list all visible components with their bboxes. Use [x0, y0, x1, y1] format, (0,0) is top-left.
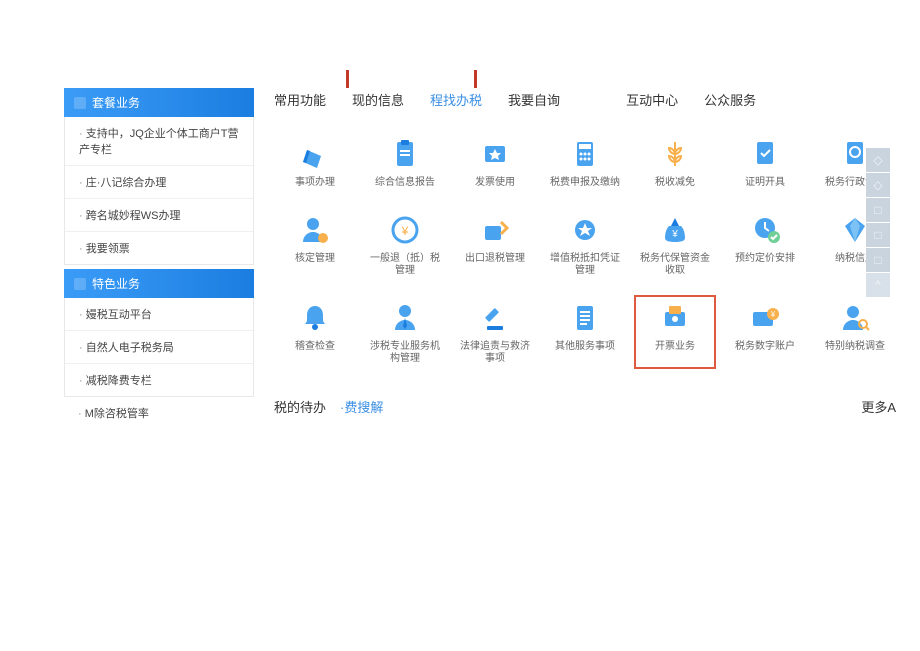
service-label: 其他服务事项 [555, 341, 615, 353]
tab-common[interactable]: 常用功能 [274, 88, 326, 113]
toolbar-btn[interactable]: □ [866, 248, 890, 272]
bell-icon [296, 299, 334, 337]
toolbar-btn[interactable]: □ [866, 198, 890, 222]
service-label: 税务数字账户 [735, 341, 795, 353]
toolbar-btn[interactable]: ◇ [866, 148, 890, 172]
service-pencil[interactable]: 事项办理 [274, 131, 356, 193]
service-user-search[interactable]: 特别纳税调查 [814, 295, 896, 369]
service-label: 税务代保管资金收取 [637, 253, 713, 277]
sidebar-item[interactable]: 减税降费专栏 [65, 364, 253, 396]
export-icon [476, 211, 514, 249]
more-link[interactable]: 更多A [861, 397, 896, 416]
refund-icon [386, 211, 424, 249]
sidebar-item[interactable]: 跨名城妙程WS办理 [65, 199, 253, 232]
service-label: 预约定价安排 [735, 253, 795, 265]
service-badge-doc[interactable]: 增值税抵扣凭证管理 [544, 207, 626, 281]
clipboard-icon [386, 135, 424, 173]
service-label: 事项办理 [295, 177, 335, 189]
ticket-star-icon [476, 135, 514, 173]
service-export[interactable]: 出口退税管理 [454, 207, 536, 281]
service-label: 稽查检查 [295, 341, 335, 353]
service-card-coin[interactable]: 税务数字账户 [724, 295, 806, 369]
user-search-icon [836, 299, 874, 337]
panel2-title: 特色业务 [92, 275, 140, 292]
service-user-tie[interactable]: 涉税专业服务机构管理 [364, 295, 446, 369]
time-check-icon [746, 211, 784, 249]
invoice-machine-icon [656, 299, 694, 337]
toolbar-btn[interactable]: ◇ [866, 173, 890, 197]
panel2-body: 嫚税互动平台 自然人电子税务局 减税降费专栏 [64, 298, 254, 397]
sidebar-item[interactable]: 庄·八记综合办理 [65, 166, 253, 199]
doc-check-icon [746, 135, 784, 173]
service-grid: 事项办理综合信息报告发票使用税费申报及缴纳税收减免证明开具税务行政许可核定管理一… [274, 131, 896, 369]
bottom-tab-2[interactable]: ·费搜解 [340, 397, 383, 416]
sidebar-panel-1: 套餐业务 支持中，JQ企业个体工商户T营产专栏 庄·八记综合办理 跨名城妙程WS… [64, 88, 254, 265]
service-label: 综合信息报告 [375, 177, 435, 189]
service-label: 涉税专业服务机构管理 [367, 341, 443, 365]
tab-interact[interactable]: 互动中心 [626, 88, 678, 113]
wheat-icon [656, 135, 694, 173]
panel1-title: 套餐业务 [92, 94, 140, 111]
card-coin-icon [746, 299, 784, 337]
service-invoice-machine[interactable]: 开票业务 [634, 295, 716, 369]
calculator-icon [566, 135, 604, 173]
sidebar-extra[interactable]: M除咨税管率 [64, 397, 254, 429]
tab-public[interactable]: 公众服务 [704, 88, 756, 113]
service-label: 税收减免 [655, 177, 695, 189]
doc-lines-icon [566, 299, 604, 337]
tab-bar: 常用功能 现的信息 程找办税 我要自询 互动中心 公众服务 [274, 88, 896, 113]
float-toolbar: ◇ ◇ □ □ □ ^ [866, 148, 890, 298]
bottom-tab-1[interactable]: 税的待办 [274, 397, 326, 416]
service-label: 增值税抵扣凭证管理 [547, 253, 623, 277]
toolbar-btn[interactable]: ^ [866, 273, 890, 297]
panel1-header: 套餐业务 [64, 88, 254, 117]
service-label: 税费申报及缴纳 [550, 177, 620, 189]
sidebar-item[interactable]: 自然人电子税务局 [65, 331, 253, 364]
service-doc-check[interactable]: 证明开具 [724, 131, 806, 193]
panel2-icon [74, 278, 86, 290]
service-time-check[interactable]: 预约定价安排 [724, 207, 806, 281]
panel1-icon [74, 97, 86, 109]
panel1-body: 支持中，JQ企业个体工商户T营产专栏 庄·八记综合办理 跨名城妙程WS办理 我要… [64, 117, 254, 265]
service-label: 发票使用 [475, 177, 515, 189]
tab-info[interactable]: 现的信息 [352, 88, 404, 113]
pencil-icon [296, 135, 334, 173]
service-calculator[interactable]: 税费申报及缴纳 [544, 131, 626, 193]
sidebar-item[interactable]: 嫚税互动平台 [65, 298, 253, 331]
service-refund[interactable]: 一般退（抵）税管理 [364, 207, 446, 281]
service-bell[interactable]: 稽查检查 [274, 295, 356, 369]
service-clipboard[interactable]: 综合信息报告 [364, 131, 446, 193]
service-label: 一般退（抵）税管理 [367, 253, 443, 277]
service-user-gear[interactable]: 核定管理 [274, 207, 356, 281]
service-label: 特别纳税调查 [825, 341, 885, 353]
service-label: 开票业务 [655, 341, 695, 353]
service-money-bag[interactable]: 税务代保管资金收取 [634, 207, 716, 281]
badge-doc-icon [566, 211, 604, 249]
service-label: 法律追责与救济事项 [457, 341, 533, 365]
service-label: 证明开具 [745, 177, 785, 189]
red-marker-icon [474, 70, 477, 88]
sidebar-panel-2: 特色业务 嫚税互动平台 自然人电子税务局 减税降费专栏 [64, 269, 254, 397]
toolbar-btn[interactable]: □ [866, 223, 890, 247]
tab-query[interactable]: 我要自询 [508, 88, 560, 113]
money-bag-icon [656, 211, 694, 249]
sidebar-item[interactable]: 我要领票 [65, 232, 253, 264]
service-label: 出口退税管理 [465, 253, 525, 265]
service-doc-lines[interactable]: 其他服务事项 [544, 295, 626, 369]
user-gear-icon [296, 211, 334, 249]
tab-bantax[interactable]: 程找办税 [430, 88, 482, 113]
panel2-header: 特色业务 [64, 269, 254, 298]
service-ticket-star[interactable]: 发票使用 [454, 131, 536, 193]
service-wheat[interactable]: 税收减免 [634, 131, 716, 193]
user-tie-icon [386, 299, 424, 337]
service-gavel[interactable]: 法律追责与救济事项 [454, 295, 536, 369]
gavel-icon [476, 299, 514, 337]
red-marker-icon [346, 70, 349, 88]
sidebar-item[interactable]: 支持中，JQ企业个体工商户T营产专栏 [65, 117, 253, 166]
bottom-bar: 税的待办 ·费搜解 更多A [274, 397, 896, 416]
service-label: 核定管理 [295, 253, 335, 265]
